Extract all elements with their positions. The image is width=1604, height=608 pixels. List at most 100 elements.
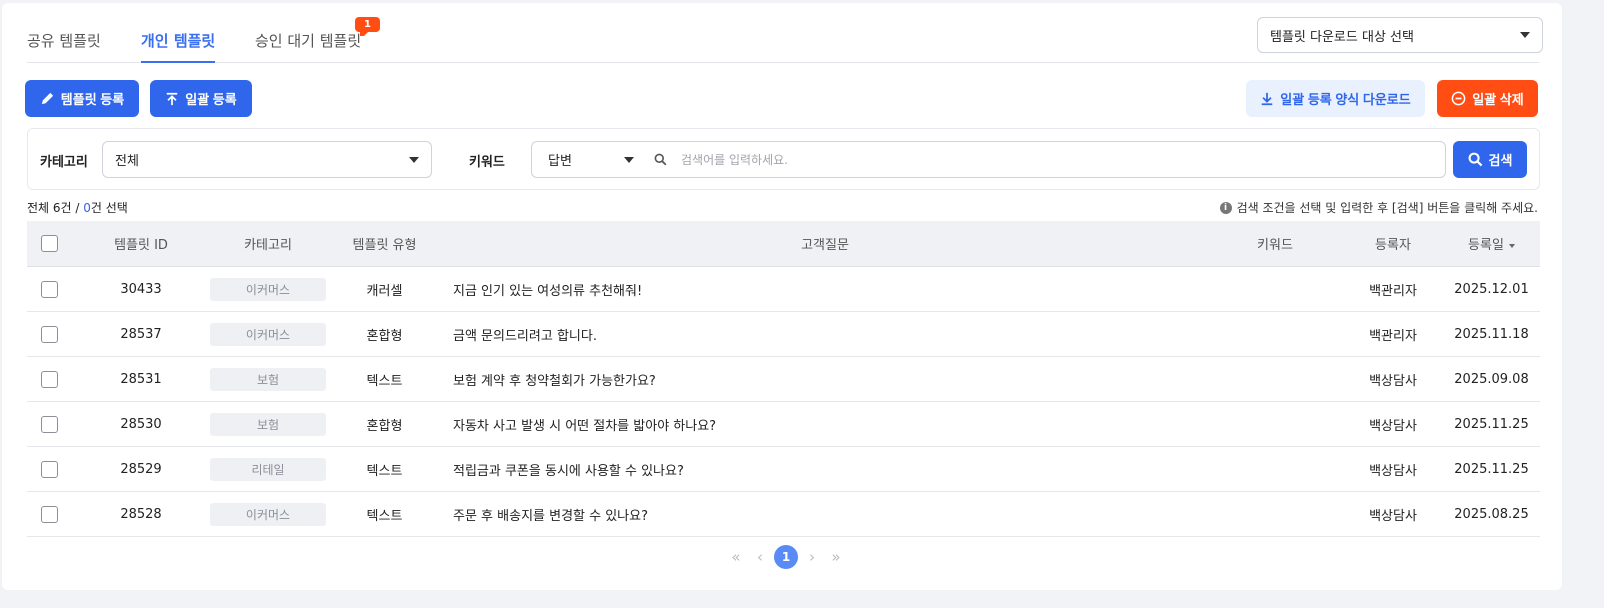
search-filter-box: 카테고리 전체 키워드 답변 검색 bbox=[27, 128, 1540, 190]
row-checkbox[interactable] bbox=[41, 460, 58, 478]
table-row[interactable]: 30433 이커머스 캐러셀 지금 인기 있는 여성의류 추천해줘! 백관리자 2025.… bbox=[27, 267, 1540, 312]
main-panel: 공유 템플릿 개인 템플릿 승인 대기 템플릿 1 템플릿 다운로드 대상 선택… bbox=[2, 3, 1562, 590]
cell-template-type: 혼합형 bbox=[366, 328, 403, 344]
table-row[interactable]: 28530 보험 혼합형 자동차 사고 발생 시 어떤 절차를 밟아야 하나요? 백상담… bbox=[27, 402, 1540, 447]
cell-registrant: 백관리자 bbox=[1369, 283, 1417, 299]
search-button-label: 검색 bbox=[1488, 153, 1513, 168]
bulk-form-download-button[interactable]: 일괄 등록 양식 다운로드 bbox=[1246, 80, 1425, 117]
tab-pending-templates[interactable]: 승인 대기 템플릿 1 bbox=[255, 17, 380, 51]
chevron-down-icon bbox=[1520, 32, 1530, 38]
bulk-form-download-label: 일괄 등록 양식 다운로드 bbox=[1280, 92, 1411, 107]
search-button[interactable]: 검색 bbox=[1453, 141, 1527, 178]
cell-registrant: 백상담사 bbox=[1369, 508, 1417, 524]
summary-total: 전체 6건 / bbox=[27, 201, 84, 215]
keyword-label: 키워드 bbox=[469, 155, 505, 170]
search-icon bbox=[1468, 152, 1482, 167]
pending-count-badge: 1 bbox=[355, 17, 380, 36]
download-target-select[interactable]: 템플릿 다운로드 대상 선택 bbox=[1257, 17, 1543, 53]
cell-registered-date: 2025.12.01 bbox=[1454, 281, 1529, 297]
cell-registered-date: 2025.11.18 bbox=[1454, 326, 1529, 342]
header-registered-date[interactable]: 등록일 bbox=[1443, 234, 1540, 253]
cell-customer-question[interactable]: 지금 인기 있는 여성의류 추천해줘! bbox=[443, 280, 1218, 299]
select-all-checkbox[interactable] bbox=[41, 235, 58, 252]
cell-template-type: 캐러셀 bbox=[366, 283, 403, 299]
category-select-value: 전체 bbox=[115, 154, 139, 169]
cell-customer-question[interactable]: 보험 계약 후 청약철회가 가능한가요? bbox=[443, 370, 1218, 389]
search-hint-text: 검색 조건을 선택 및 입력한 후 [검색] 버튼을 클릭해 주세요. bbox=[1236, 201, 1538, 215]
cell-registered-date: 2025.09.08 bbox=[1454, 371, 1529, 387]
table-row[interactable]: 28529 리테일 텍스트 적립금과 쿠폰을 동시에 사용할 수 있나요? 백상담사 20… bbox=[27, 447, 1540, 492]
keyword-type-value: 답변 bbox=[548, 154, 572, 169]
header-template-id: 템플릿 ID bbox=[114, 238, 168, 253]
row-checkbox[interactable] bbox=[41, 325, 58, 343]
upload-arrow-icon bbox=[167, 92, 178, 105]
cell-customer-question[interactable]: 주문 후 배송지를 변경할 수 있나요? bbox=[443, 505, 1218, 524]
first-page-button[interactable]: « bbox=[724, 545, 748, 569]
bulk-delete-button[interactable]: 일괄 삭제 bbox=[1437, 80, 1538, 117]
template-table: 템플릿 ID 카테고리 템플릿 유형 고객질문 키워드 등록자 등록일 3043… bbox=[27, 221, 1540, 537]
category-tag: 보험 bbox=[210, 412, 326, 436]
header-customer-question: 고객질문 bbox=[801, 238, 849, 253]
cell-registered-date: 2025.08.25 bbox=[1454, 506, 1529, 522]
cell-registered-date: 2025.11.25 bbox=[1454, 461, 1529, 477]
category-select[interactable]: 전체 bbox=[102, 141, 432, 178]
info-icon: i bbox=[1219, 201, 1232, 214]
cell-template-type: 텍스트 bbox=[366, 373, 403, 389]
register-template-button[interactable]: 템플릿 등록 bbox=[25, 80, 139, 117]
table-header: 템플릿 ID 카테고리 템플릿 유형 고객질문 키워드 등록자 등록일 bbox=[27, 221, 1540, 267]
cell-template-id: 28530 bbox=[120, 416, 162, 432]
cell-registrant: 백상담사 bbox=[1369, 418, 1417, 434]
category-tag: 이커머스 bbox=[210, 502, 326, 526]
sort-desc-icon bbox=[1508, 243, 1515, 248]
cell-template-id: 28529 bbox=[120, 461, 162, 477]
cell-template-id: 28528 bbox=[120, 506, 162, 522]
row-checkbox[interactable] bbox=[41, 505, 58, 523]
category-tag: 이커머스 bbox=[210, 322, 326, 346]
chevron-down-icon bbox=[409, 156, 419, 163]
table-row[interactable]: 28537 이커머스 혼합형 금액 문의드리려고 합니다. 백관리자 2025.11.18 bbox=[27, 312, 1540, 357]
cell-customer-question[interactable]: 자동차 사고 발생 시 어떤 절차를 밟아야 하나요? bbox=[443, 415, 1218, 434]
download-target-value: 템플릿 다운로드 대상 선택 bbox=[1270, 29, 1414, 45]
cell-template-id: 30433 bbox=[120, 281, 162, 297]
tab-shared-templates[interactable]: 공유 템플릿 bbox=[27, 30, 101, 51]
header-registered-date-label: 등록일 bbox=[1468, 238, 1504, 253]
header-keyword: 키워드 bbox=[1257, 238, 1293, 253]
category-tag: 이커머스 bbox=[210, 277, 326, 301]
bulk-delete-label: 일괄 삭제 bbox=[1472, 92, 1524, 107]
prev-page-button[interactable]: ‹ bbox=[748, 545, 772, 569]
row-checkbox[interactable] bbox=[41, 370, 58, 388]
cell-template-id: 28537 bbox=[120, 326, 162, 342]
row-checkbox[interactable] bbox=[41, 280, 58, 298]
cell-template-id: 28531 bbox=[120, 371, 162, 387]
register-template-label: 템플릿 등록 bbox=[60, 92, 125, 107]
cell-template-type: 혼합형 bbox=[366, 418, 403, 434]
keyword-search-input[interactable] bbox=[667, 142, 1445, 177]
cell-customer-question[interactable]: 적립금과 쿠폰을 동시에 사용할 수 있나요? bbox=[443, 460, 1218, 479]
category-tag: 보험 bbox=[210, 367, 326, 391]
table-row[interactable]: 28531 보험 텍스트 보험 계약 후 청약철회가 가능한가요? 백상담사 2025.0… bbox=[27, 357, 1540, 402]
row-checkbox[interactable] bbox=[41, 415, 58, 433]
cell-registrant: 백상담사 bbox=[1369, 373, 1417, 389]
keyword-search-box: 답변 bbox=[531, 141, 1446, 178]
last-page-button[interactable]: » bbox=[824, 545, 848, 569]
table-row[interactable]: 28528 이커머스 텍스트 주문 후 배송지를 변경할 수 있나요? 백상담사 2025… bbox=[27, 492, 1540, 537]
next-page-button[interactable]: › bbox=[800, 545, 824, 569]
header-registrant: 등록자 bbox=[1375, 238, 1411, 253]
search-hint: i 검색 조건을 선택 및 입력한 후 [검색] 버튼을 클릭해 주세요. bbox=[1219, 199, 1538, 216]
tab-personal-templates[interactable]: 개인 템플릿 bbox=[141, 30, 216, 63]
result-summary: 전체 6건 / 0건 선택 bbox=[27, 199, 128, 216]
cell-registered-date: 2025.11.25 bbox=[1454, 416, 1529, 432]
cell-registrant: 백관리자 bbox=[1369, 328, 1417, 344]
keyword-type-select[interactable]: 답변 bbox=[532, 150, 642, 169]
current-page-button[interactable]: 1 bbox=[774, 545, 798, 569]
chevron-down-icon bbox=[624, 156, 634, 163]
cell-template-type: 텍스트 bbox=[366, 463, 403, 479]
table-body: 30433 이커머스 캐러셀 지금 인기 있는 여성의류 추천해줘! 백관리자 2025.… bbox=[27, 267, 1540, 537]
bulk-register-label: 일괄 등록 bbox=[185, 92, 237, 107]
cell-customer-question[interactable]: 금액 문의드리려고 합니다. bbox=[443, 325, 1218, 344]
tab-pending-label: 승인 대기 템플릿 bbox=[255, 32, 362, 50]
bulk-register-button[interactable]: 일괄 등록 bbox=[150, 80, 252, 117]
cell-registrant: 백상담사 bbox=[1369, 463, 1417, 479]
category-tag: 리테일 bbox=[210, 457, 326, 481]
category-label: 카테고리 bbox=[40, 155, 88, 170]
